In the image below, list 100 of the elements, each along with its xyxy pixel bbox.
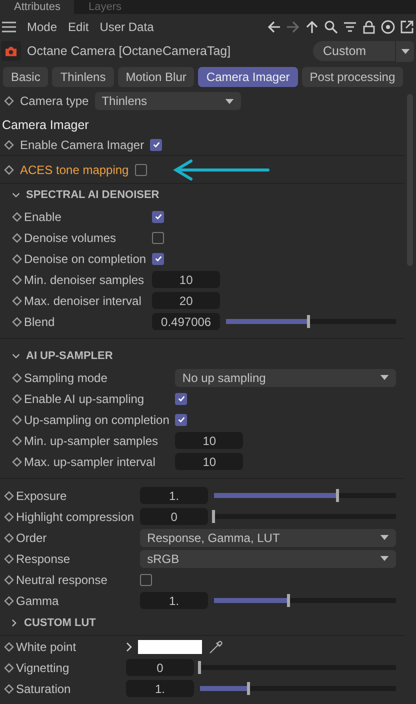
keyframe-diamond-icon[interactable] (4, 574, 14, 584)
external-window-icon[interactable] (400, 20, 414, 34)
search-icon[interactable] (324, 20, 338, 34)
keyframe-diamond-icon[interactable] (4, 532, 14, 542)
section-title[interactable]: CUSTOM LUT (24, 617, 96, 629)
field-label: Denoise on completion (24, 250, 146, 268)
checkbox[interactable] (175, 414, 188, 426)
chevron-right-icon[interactable] (10, 619, 18, 627)
keyframe-diamond-icon[interactable] (12, 274, 22, 284)
checkmark-icon (176, 415, 186, 424)
keyframe-diamond-icon[interactable] (4, 554, 14, 564)
number-field[interactable]: 0 (140, 508, 208, 525)
keyframe-diamond-icon[interactable] (12, 232, 22, 242)
field-label: Vignetting (16, 660, 70, 676)
field-label: Response (16, 550, 72, 568)
caret-icon (400, 48, 410, 54)
keyframe-diamond-icon[interactable] (12, 316, 22, 326)
dropdown[interactable]: Response, Gamma, LUT (140, 528, 396, 546)
field-label: Enable (24, 208, 62, 226)
field-label: Enable AI up-sampling (24, 390, 146, 408)
menu-item[interactable]: Mode (27, 20, 58, 34)
number-field[interactable]: 1. (140, 592, 208, 609)
color-swatch[interactable] (138, 640, 202, 654)
lock-icon[interactable] (362, 20, 376, 34)
keyframe-diamond-icon[interactable] (4, 596, 14, 606)
keyframe-diamond-icon[interactable] (4, 684, 14, 694)
field-label: Max. up-sampler interval (24, 454, 156, 470)
number-field[interactable]: 10 (175, 432, 244, 449)
dropdown[interactable]: Thinlens (94, 92, 241, 110)
eyedropper-icon[interactable] (208, 638, 224, 654)
number-field[interactable]: 0 (126, 659, 194, 676)
chevron-down-icon[interactable] (12, 352, 20, 360)
checkbox[interactable] (150, 138, 162, 150)
keyframe-diamond-icon[interactable] (4, 512, 14, 522)
field-label: Saturation (16, 680, 72, 698)
field-label: Exposure (16, 488, 68, 504)
keyframe-diamond-icon[interactable] (12, 394, 22, 404)
keyframe-diamond-icon[interactable] (4, 96, 14, 106)
keyframe-diamond-icon[interactable] (4, 164, 14, 174)
tab[interactable]: Motion Blur (118, 67, 194, 87)
menu-icon[interactable] (2, 21, 16, 33)
slider-thumb[interactable] (198, 661, 201, 674)
number-field[interactable]: 0.497006 (152, 313, 220, 330)
dropdown-button[interactable] (395, 40, 414, 62)
forward-arrow-icon (286, 20, 300, 34)
chevron-right-icon[interactable] (126, 642, 132, 652)
caret-icon (380, 375, 389, 380)
checkbox[interactable] (134, 164, 147, 176)
filter-icon[interactable] (343, 20, 357, 34)
field-label: Max. denoiser interval (24, 292, 142, 310)
checkbox[interactable] (175, 392, 188, 404)
object-title: Octane Camera [OctaneCameraTag] (27, 44, 231, 58)
keyframe-diamond-icon[interactable] (4, 140, 14, 150)
number-field[interactable]: 10 (152, 271, 220, 288)
tab[interactable]: Basic (3, 67, 48, 87)
keyframe-diamond-icon[interactable] (4, 662, 14, 672)
chevron-down-icon[interactable] (12, 191, 20, 199)
field-label: Gamma (16, 592, 60, 610)
caret-icon (380, 535, 389, 540)
keyframe-diamond-icon[interactable] (12, 414, 22, 424)
section-title[interactable]: SPECTRAL AI DENOISER (26, 189, 160, 201)
field-label: Camera type (20, 94, 89, 108)
group-heading: Camera Imager (1, 117, 90, 134)
slider-thumb[interactable] (307, 315, 310, 328)
number-field[interactable]: 1. (126, 680, 194, 697)
tab[interactable]: Camera Imager (198, 67, 298, 87)
up-arrow-icon[interactable] (305, 20, 319, 34)
tab[interactable]: Post processing (302, 67, 404, 87)
checkbox[interactable] (152, 210, 164, 222)
field-label: Blend (24, 314, 56, 330)
checkbox[interactable] (152, 232, 164, 244)
keyframe-diamond-icon[interactable] (12, 212, 22, 222)
dropdown[interactable]: sRGB (140, 550, 396, 568)
slider-thumb[interactable] (336, 489, 339, 502)
keyframe-diamond-icon[interactable] (12, 254, 22, 264)
dropdown[interactable]: No up sampling (175, 368, 396, 386)
number-field[interactable]: 20 (152, 292, 220, 309)
field-label: Min. up-sampler samples (24, 432, 160, 450)
number-field[interactable]: 1. (140, 487, 208, 504)
panel-tab[interactable]: Attributes (0, 0, 74, 14)
checkmark-icon (176, 394, 186, 403)
checkbox[interactable] (152, 252, 164, 264)
keyframe-diamond-icon[interactable] (4, 490, 14, 500)
back-arrow-icon[interactable] (267, 20, 281, 34)
keyframe-diamond-icon[interactable] (12, 296, 22, 306)
target-icon[interactable] (381, 20, 395, 34)
keyframe-diamond-icon[interactable] (12, 456, 22, 466)
slider-thumb[interactable] (247, 682, 250, 695)
keyframe-diamond-icon[interactable] (12, 372, 22, 382)
checkbox[interactable] (140, 574, 152, 586)
slider-thumb[interactable] (286, 594, 290, 607)
menu-item[interactable]: User Data (100, 20, 154, 34)
keyframe-diamond-icon[interactable] (12, 436, 22, 446)
section-title[interactable]: AI UP-SAMPLER (26, 350, 113, 362)
keyframe-diamond-icon[interactable] (4, 642, 14, 652)
tab[interactable]: Thinlens (52, 67, 114, 87)
preset-dropdown[interactable]: Custom (313, 41, 395, 61)
menu-item[interactable]: Edit (68, 20, 89, 34)
number-field[interactable]: 10 (175, 453, 244, 470)
slider-thumb[interactable] (212, 510, 216, 523)
